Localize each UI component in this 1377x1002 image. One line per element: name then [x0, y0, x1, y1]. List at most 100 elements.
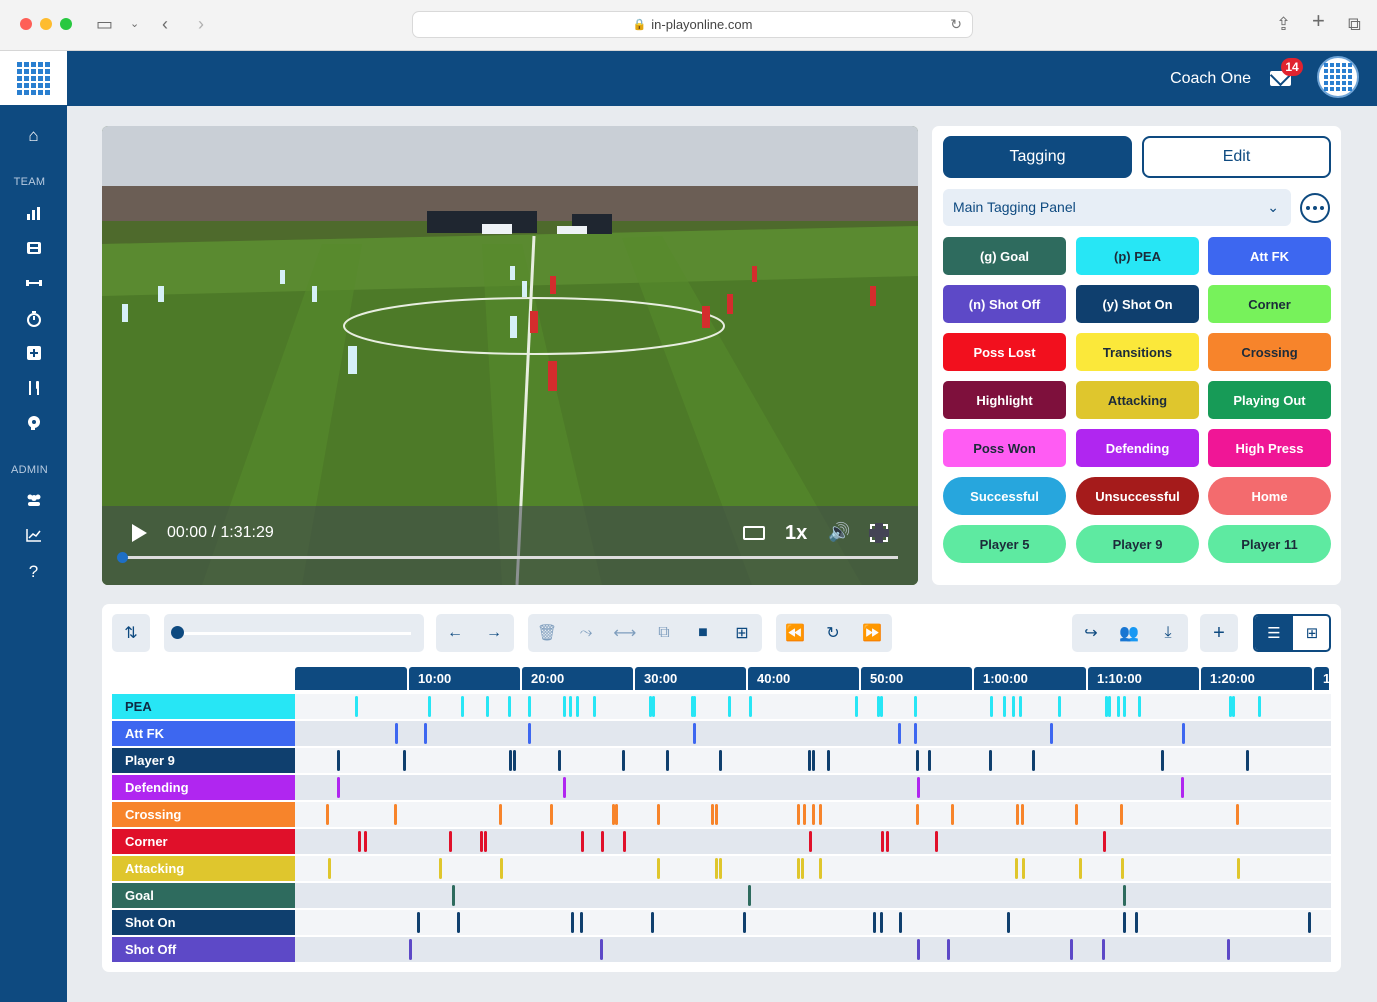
- timeline-event-marker[interactable]: [337, 750, 340, 771]
- timeline-event-marker[interactable]: [563, 696, 566, 717]
- shuffle-icon[interactable]: ⤳: [567, 614, 605, 652]
- play-button[interactable]: [132, 524, 147, 542]
- video-progress-knob[interactable]: [117, 552, 128, 563]
- app-logo[interactable]: [0, 51, 67, 105]
- timeline-event-marker[interactable]: [528, 696, 531, 717]
- timeline-event-marker[interactable]: [1161, 750, 1164, 771]
- timeline-event-marker[interactable]: [651, 912, 654, 933]
- video-progress-bar[interactable]: [122, 556, 898, 559]
- timeline-ruler-tick[interactable]: 1:00:00: [974, 667, 1086, 690]
- timeline-event-marker[interactable]: [812, 750, 815, 771]
- timeline-row-track[interactable]: [295, 829, 1331, 854]
- timeline-event-marker[interactable]: [666, 750, 669, 771]
- timeline-event-marker[interactable]: [711, 804, 714, 825]
- timeline-event-marker[interactable]: [1246, 750, 1249, 771]
- timeline-row-track[interactable]: [295, 856, 1331, 881]
- timeline-ruler-tick[interactable]: 50:00: [861, 667, 972, 690]
- expand-width-icon[interactable]: ⟷: [606, 614, 644, 652]
- timeline-row-label[interactable]: Goal: [112, 883, 295, 908]
- chevron-down-icon[interactable]: ⌄: [130, 14, 139, 34]
- timeline-row-label[interactable]: Defending: [112, 775, 295, 800]
- timeline-event-marker[interactable]: [403, 750, 406, 771]
- timeline-event-marker[interactable]: [328, 858, 331, 879]
- tag-button[interactable]: Corner: [1208, 285, 1331, 323]
- timeline-event-marker[interactable]: [1232, 696, 1235, 717]
- timeline-event-marker[interactable]: [803, 804, 806, 825]
- timeline-event-marker[interactable]: [424, 723, 427, 744]
- timeline-event-marker[interactable]: [452, 885, 455, 906]
- forward-arrow-icon[interactable]: ›: [198, 14, 204, 34]
- timeline-row-label[interactable]: Crossing: [112, 802, 295, 827]
- maximize-window-button[interactable]: [60, 18, 72, 30]
- timeline-event-marker[interactable]: [1058, 696, 1061, 717]
- timeline-event-marker[interactable]: [719, 858, 722, 879]
- timeline-event-marker[interactable]: [1123, 912, 1126, 933]
- tag-button[interactable]: Unsuccessful: [1076, 477, 1199, 515]
- brain-icon[interactable]: [0, 415, 67, 436]
- tag-button[interactable]: Poss Won: [943, 429, 1066, 467]
- timeline-event-marker[interactable]: [581, 831, 584, 852]
- home-icon[interactable]: ⌂: [0, 126, 67, 146]
- timeline-event-marker[interactable]: [1022, 858, 1025, 879]
- timeline-ruler-tick[interactable]: 10:00: [409, 667, 520, 690]
- timeline-row-label[interactable]: Shot Off: [112, 937, 295, 962]
- timeline-event-marker[interactable]: [1102, 939, 1105, 960]
- timeline-row-label[interactable]: Att FK: [112, 721, 295, 746]
- timeline-event-marker[interactable]: [916, 804, 919, 825]
- timeline-event-marker[interactable]: [1182, 723, 1185, 744]
- timeline-event-marker[interactable]: [409, 939, 412, 960]
- timeline-event-marker[interactable]: [1308, 912, 1311, 933]
- film-icon[interactable]: [0, 240, 67, 261]
- keyboard-icon[interactable]: [743, 526, 765, 540]
- tag-button[interactable]: Successful: [943, 477, 1066, 515]
- timeline-event-marker[interactable]: [1075, 804, 1078, 825]
- timeline-event-marker[interactable]: [461, 696, 464, 717]
- address-bar[interactable]: 🔒 in-playonline.com ↻: [412, 11, 973, 38]
- avatar[interactable]: [1317, 56, 1359, 98]
- timeline-event-marker[interactable]: [428, 696, 431, 717]
- timeline-event-marker[interactable]: [743, 912, 746, 933]
- timeline-row-label[interactable]: Shot On: [112, 910, 295, 935]
- timeline-event-marker[interactable]: [1138, 696, 1141, 717]
- timeline-event-marker[interactable]: [914, 696, 917, 717]
- tab-tagging[interactable]: Tagging: [943, 136, 1132, 178]
- timeline-event-marker[interactable]: [928, 750, 931, 771]
- tag-button[interactable]: Player 9: [1076, 525, 1199, 563]
- tag-button[interactable]: Transitions: [1076, 333, 1199, 371]
- zoom-slider[interactable]: [164, 614, 424, 652]
- tag-button[interactable]: High Press: [1208, 429, 1331, 467]
- timeline-event-marker[interactable]: [550, 804, 553, 825]
- timeline-event-marker[interactable]: [569, 696, 572, 717]
- timeline-event-marker[interactable]: [1120, 804, 1123, 825]
- timeline-event-marker[interactable]: [364, 831, 367, 852]
- timeline-row-label[interactable]: PEA: [112, 694, 295, 719]
- timeline-event-marker[interactable]: [1021, 804, 1024, 825]
- tagging-panel-select[interactable]: Main Tagging Panel ⌄: [943, 189, 1291, 226]
- timeline-event-marker[interactable]: [657, 804, 660, 825]
- fast-forward-icon[interactable]: ⏩: [853, 614, 891, 652]
- plus-icon[interactable]: +: [1200, 614, 1238, 652]
- timeline-event-marker[interactable]: [1050, 723, 1053, 744]
- zoom-track[interactable]: [177, 632, 411, 635]
- fullscreen-icon[interactable]: [869, 523, 889, 543]
- timeline-event-marker[interactable]: [358, 831, 361, 852]
- line-chart-icon[interactable]: [0, 527, 67, 547]
- timeline-event-marker[interactable]: [935, 831, 938, 852]
- arrow-right-icon[interactable]: →: [475, 614, 513, 652]
- playback-speed-button[interactable]: 1x: [785, 522, 807, 545]
- timeline-event-marker[interactable]: [355, 696, 358, 717]
- timeline-event-marker[interactable]: [1019, 696, 1022, 717]
- timeline-event-marker[interactable]: [1181, 777, 1184, 798]
- timeline-event-marker[interactable]: [615, 804, 618, 825]
- timeline-row-track[interactable]: [295, 937, 1331, 962]
- timeline-event-marker[interactable]: [1117, 696, 1120, 717]
- list-view-icon[interactable]: ☰: [1255, 616, 1293, 650]
- tag-button[interactable]: Player 5: [943, 525, 1066, 563]
- tag-button[interactable]: Highlight: [943, 381, 1066, 419]
- timeline-event-marker[interactable]: [439, 858, 442, 879]
- medical-icon[interactable]: [0, 345, 67, 366]
- stopwatch-icon[interactable]: [0, 310, 67, 333]
- timeline-event-marker[interactable]: [898, 723, 901, 744]
- timeline-ruler-tick[interactable]: 1: [1314, 667, 1330, 690]
- timeline-event-marker[interactable]: [1258, 696, 1261, 717]
